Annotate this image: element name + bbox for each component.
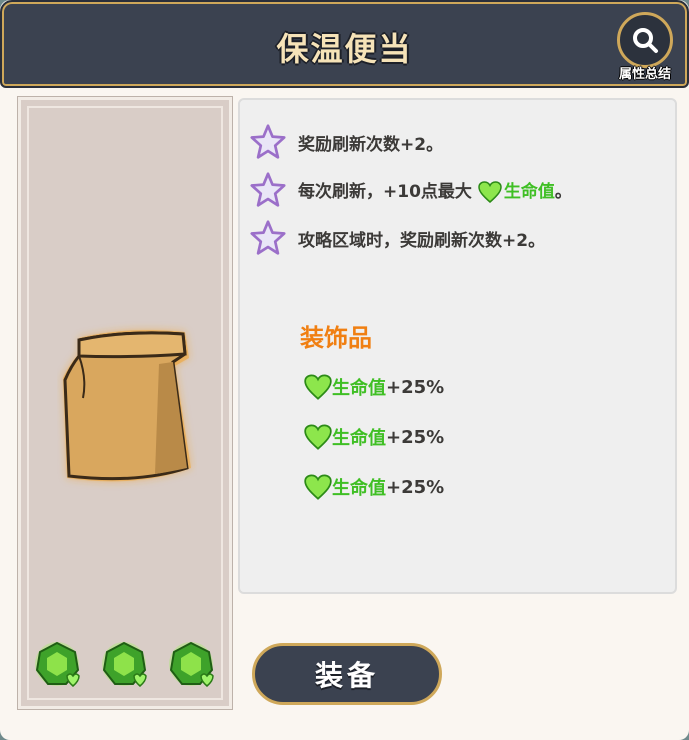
stat-name: 生命值 [503,182,555,202]
heart-icon [478,181,502,203]
star-icon [250,172,286,207]
heart-icon [304,374,332,400]
item-title: 保温便当 [276,30,413,68]
effect-line: 奖励刷新次数+2。 [250,122,443,162]
decoration-title: 装饰品 [300,324,372,352]
stat-name: 生命值 [332,378,386,399]
heart-icon [304,474,332,500]
effect-text: 奖励刷新次数+2。 [298,134,444,155]
decoration-row: 生命值 +25% [304,422,444,452]
item-description-box: 奖励刷新次数+2。 每次刷新，+10点最大 生命值。 攻略区域时，奖励刷新次数+2… [238,98,677,594]
attribute-summary-button[interactable]: 属性总结 [609,12,681,82]
decoration-row: 生命值 +25% [304,372,444,402]
effect-text: 攻略区域时，奖励刷新次数+2。 [298,230,546,251]
stat-value: +25% [386,426,445,448]
heart-icon [304,424,332,450]
green-gem-icon[interactable] [100,640,152,692]
green-gem-icon[interactable] [33,640,85,692]
attribute-summary-label: 属性总结 [618,67,671,82]
stat-name: 生命值 [332,428,386,449]
stat-value: +25% [386,476,445,498]
effect-text: 每次刷新，+10点最大 生命值。 [298,177,572,203]
stat-value: +25% [386,376,445,398]
star-icon [250,220,286,255]
effect-line: 攻略区域时，奖励刷新次数+2。 [250,218,545,258]
item-preview-box [17,96,233,710]
star-icon [250,124,286,159]
gem-slots [33,640,219,692]
decoration-row: 生命值 +25% [304,472,444,502]
paper-bag-icon [57,318,197,502]
equip-button[interactable]: 装备 [252,643,442,705]
equip-button-label: 装备 [314,659,379,692]
header-bar: 保温便当 属性总结 [0,0,689,88]
item-detail-panel: 保温便当 属性总结 奖励刷新次数+2。 每次刷新，+10点最大 生命值。 攻略区… [0,0,689,740]
effect-line: 每次刷新，+10点最大 生命值。 [250,170,572,210]
effect-prefix: 每次刷新，+10点最大 [298,182,472,202]
green-gem-icon[interactable] [167,640,219,692]
magnifier-icon [617,12,673,68]
effect-suffix: 。 [554,182,572,202]
stat-name: 生命值 [332,478,386,499]
